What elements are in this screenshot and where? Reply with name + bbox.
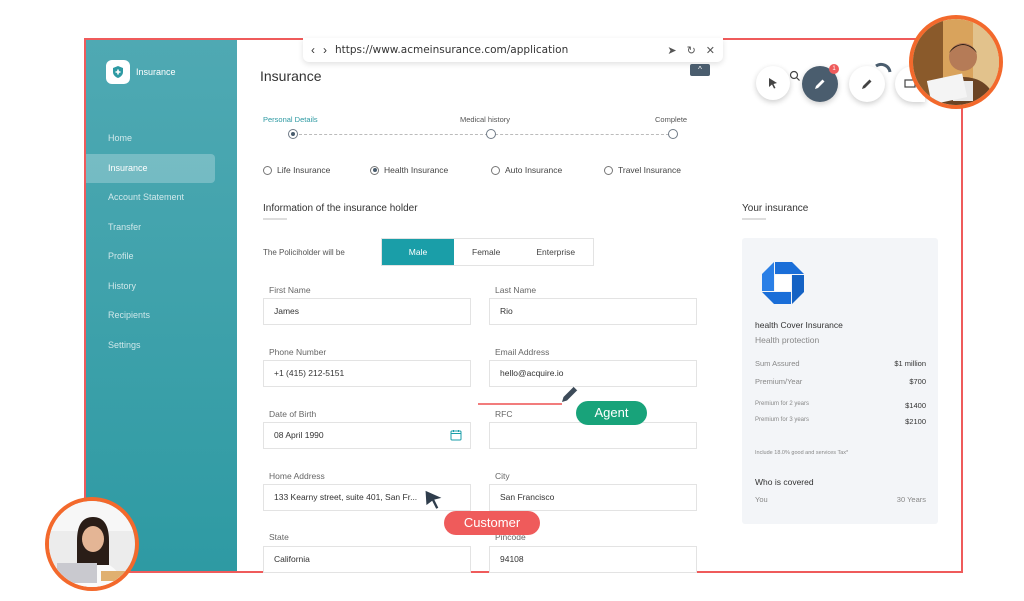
tax-note: Include 18.0% good and services Tax* — [755, 450, 849, 456]
policyholder-label: The Policiholder will be — [263, 247, 345, 257]
premium-value: $700 — [909, 377, 926, 386]
page-title: Insurance — [260, 68, 322, 84]
agent-avatar — [909, 15, 1003, 109]
segment-female[interactable]: Female — [454, 239, 518, 265]
radio-label: Auto Insurance — [505, 165, 563, 175]
stepper: Personal Details Medical history Complet… — [263, 115, 693, 145]
pointer-tool-button[interactable] — [756, 66, 790, 100]
radio-label: Health Insurance — [384, 165, 449, 175]
rfc-label: RFC — [495, 409, 513, 419]
covered-title-row: Who is covered — [755, 477, 926, 487]
step-label-complete[interactable]: Complete — [655, 115, 687, 124]
radio-label: Life Insurance — [277, 165, 331, 175]
dob-label: Date of Birth — [269, 409, 317, 419]
cursor-icon — [769, 78, 777, 89]
dob-value: 08 April 1990 — [274, 430, 324, 440]
screen: Insurance Home Insurance Account Stateme… — [0, 0, 1024, 601]
step-label-personal[interactable]: Personal Details — [263, 115, 318, 124]
progress-ring-icon — [875, 62, 892, 73]
address-label: Home Address — [269, 471, 325, 481]
phone-input[interactable]: +1 (415) 212-5151 — [263, 360, 471, 387]
holder-section-title: Information of the insurance holder — [263, 203, 418, 214]
browser-url-bar: ‹ › https://www.acmeinsurance.com/applic… — [303, 38, 723, 62]
calendar-icon[interactable] — [450, 429, 462, 441]
customer-avatar — [45, 497, 139, 591]
covered-title: Who is covered — [755, 477, 814, 487]
premium-row: Premium/Year $700 — [755, 377, 926, 386]
radio-circle[interactable] — [263, 165, 272, 175]
plan-title: health Cover Insurance — [755, 320, 843, 330]
premium2-value: $1400 — [905, 401, 926, 410]
premium2-label: Premium for 2 years — [755, 401, 810, 407]
close-icon[interactable]: ✕ — [706, 44, 715, 57]
customer-photo — [49, 501, 135, 587]
covered-who: You — [755, 495, 768, 504]
radio-label: Travel Insurance — [618, 165, 681, 175]
radio-circle[interactable] — [604, 165, 613, 175]
email-input[interactable]: hello@acquire.io — [489, 360, 697, 387]
dob-input[interactable]: 08 April 1990 — [263, 422, 471, 449]
premium2-row: Premium for 2 years $1400 — [755, 401, 926, 410]
notification-badge: 1 — [829, 64, 839, 74]
stepper-line — [299, 134, 669, 135]
radio-circle[interactable] — [370, 165, 379, 175]
customer-label: Customer — [444, 511, 540, 535]
pincode-input[interactable]: 94108 — [489, 546, 697, 573]
agent-photo — [913, 19, 999, 105]
last-name-label: Last Name — [495, 285, 537, 295]
agent-pen-icon — [562, 386, 578, 402]
last-name-input[interactable]: Rio — [489, 298, 697, 325]
sum-assured-value: $1 million — [894, 359, 926, 368]
premium3-row: Premium for 3 years $2100 — [755, 417, 926, 426]
section-underline — [263, 218, 287, 220]
your-insurance-title: Your insurance — [742, 203, 809, 214]
premium3-label: Premium for 3 years — [755, 417, 810, 423]
back-button[interactable]: ‹ — [311, 43, 315, 57]
segment-enterprise[interactable]: Enterprise — [518, 239, 593, 265]
radio-travel[interactable]: Travel Insurance — [604, 165, 681, 175]
radio-health[interactable]: Health Insurance — [370, 165, 491, 175]
send-icon[interactable]: ➤ — [667, 44, 676, 57]
plan-subtitle: Health protection — [755, 335, 820, 345]
tax-note-row: Include 18.0% good and services Tax* — [755, 450, 926, 456]
segment-male[interactable]: Male — [382, 239, 454, 265]
collapse-button[interactable]: ^ — [690, 64, 710, 76]
state-input[interactable]: California — [263, 546, 471, 573]
refresh-icon[interactable]: ↻ — [687, 44, 696, 57]
agent-label: Agent — [576, 401, 647, 425]
city-label: City — [495, 471, 510, 481]
premium-label: Premium/Year — [755, 377, 803, 386]
policyholder-segmented: Male Female Enterprise — [381, 238, 595, 266]
step-dot-complete[interactable] — [668, 129, 678, 139]
email-label: Email Address — [495, 347, 550, 357]
customer-cursor-icon — [424, 489, 445, 511]
pen-icon — [815, 79, 825, 89]
search-icon[interactable] — [789, 70, 801, 82]
covered-row: You 30 Years — [755, 495, 926, 504]
step-label-medical[interactable]: Medical history — [460, 115, 510, 124]
insurer-logo-icon — [762, 262, 804, 304]
city-input[interactable]: San Francisco — [489, 484, 697, 511]
url-text[interactable]: https://www.acmeinsurance.com/applicatio… — [335, 44, 659, 56]
agent-highlight-line — [478, 403, 562, 405]
covered-age: 30 Years — [896, 495, 926, 504]
radio-auto[interactable]: Auto Insurance — [491, 165, 604, 175]
sum-assured-row: Sum Assured $1 million — [755, 359, 926, 368]
radio-circle[interactable] — [491, 165, 500, 175]
forward-button[interactable]: › — [323, 43, 327, 57]
section-underline — [742, 218, 766, 220]
policyholder-row: The Policiholder will be Male Female Ent… — [263, 238, 595, 266]
step-dot-medical[interactable] — [486, 129, 496, 139]
first-name-label: First Name — [269, 285, 311, 295]
phone-label: Phone Number — [269, 347, 327, 357]
radio-life[interactable]: Life Insurance — [263, 165, 370, 175]
state-label: State — [269, 532, 289, 542]
step-dot-personal[interactable] — [288, 129, 298, 139]
rfc-input[interactable] — [489, 422, 697, 449]
insurance-type-radios: Life Insurance Health Insurance Auto Ins… — [263, 165, 681, 175]
sum-assured-label: Sum Assured — [755, 359, 800, 368]
first-name-input[interactable]: James — [263, 298, 471, 325]
premium3-value: $2100 — [905, 417, 926, 426]
